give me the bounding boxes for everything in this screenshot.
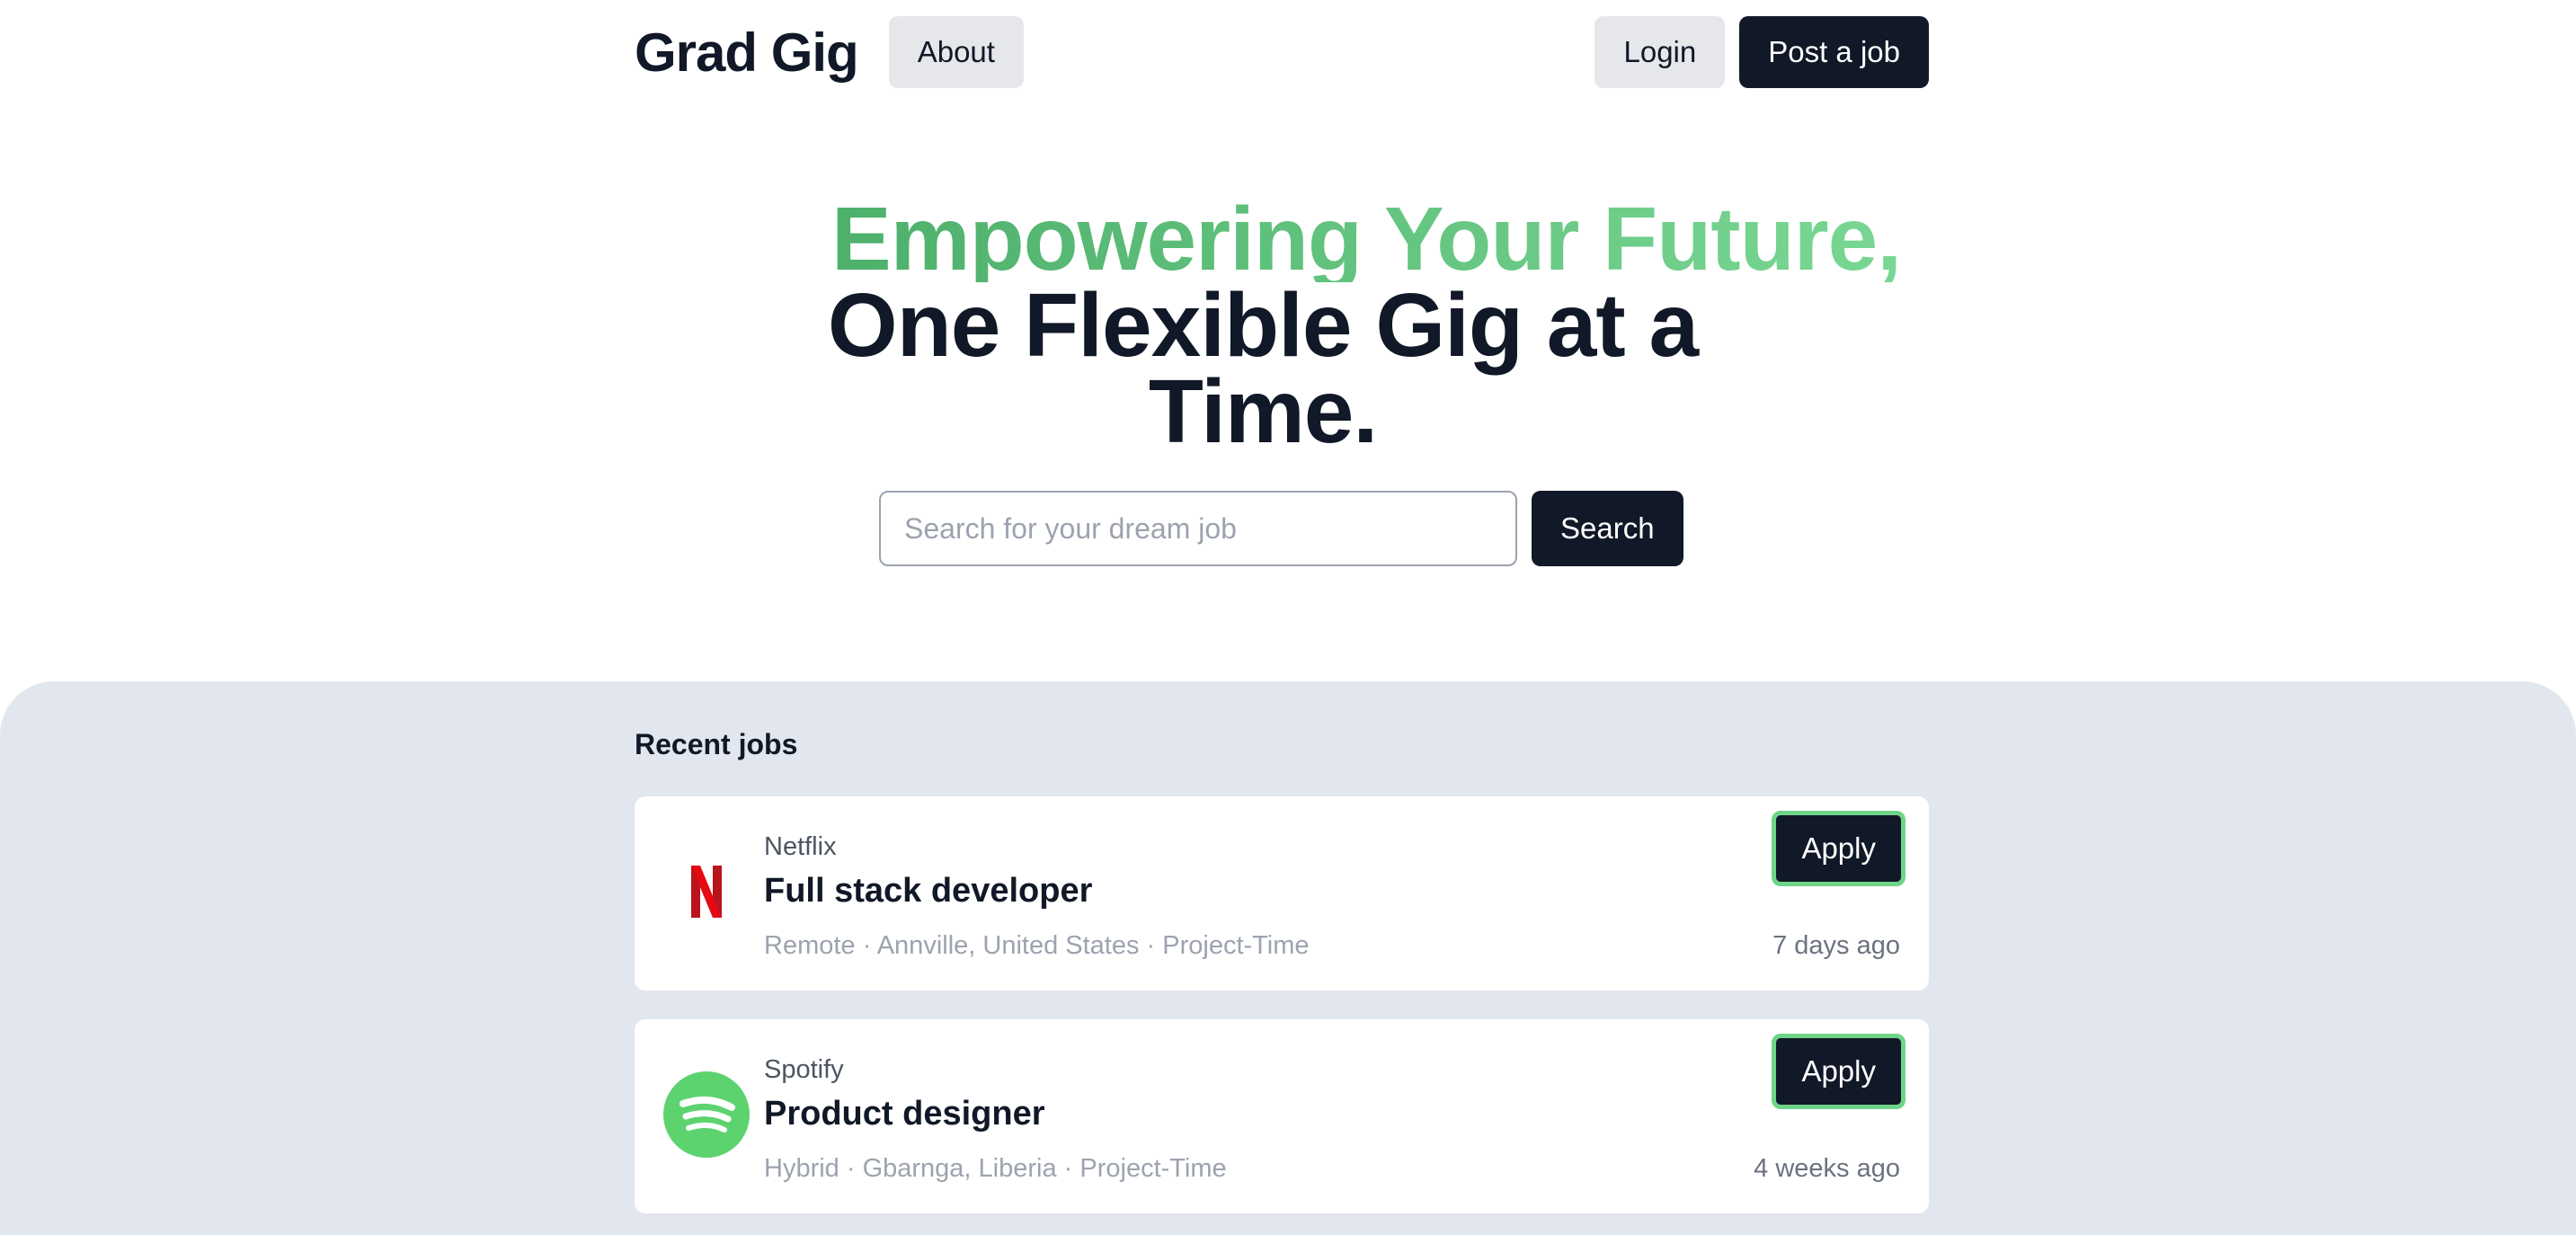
apply-button[interactable]: Apply xyxy=(1772,811,1905,886)
nav-right: Login Post a job xyxy=(1594,16,1929,88)
job-card[interactable]: Netflix Full stack developer Remote · An… xyxy=(635,796,1929,991)
posted-time: 4 weeks ago xyxy=(1754,1154,1900,1183)
login-button[interactable]: Login xyxy=(1594,16,1726,88)
recent-jobs-title: Recent jobs xyxy=(635,728,798,760)
recent-jobs-section: Recent jobs Netflix Full stack developer… xyxy=(0,681,2576,1235)
nav-left: Grad Gig About xyxy=(635,16,1024,88)
hero-heading-rest: One Flexible Gig at a Time. xyxy=(827,275,1699,462)
job-title[interactable]: Full stack developer xyxy=(764,872,1092,911)
search-input[interactable] xyxy=(879,491,1517,566)
about-button[interactable]: About xyxy=(888,16,1024,88)
top-nav: Grad Gig About Login Post a job xyxy=(635,16,1929,88)
search-bar: Search xyxy=(879,491,1683,566)
page: Grad Gig About Login Post a job Empoweri… xyxy=(0,0,2576,1235)
post-job-button[interactable]: Post a job xyxy=(1739,16,1929,88)
hero-heading-highlight: Empowering Your Future, xyxy=(809,194,1923,284)
job-title[interactable]: Product designer xyxy=(764,1095,1045,1133)
netflix-logo-icon xyxy=(663,849,750,935)
job-card[interactable]: Spotify Product designer Hybrid · Gbarng… xyxy=(635,1019,1929,1213)
company-name: Netflix xyxy=(764,832,837,861)
apply-button[interactable]: Apply xyxy=(1772,1034,1905,1109)
job-meta: Hybrid · Gbarnga, Liberia · Project-Time xyxy=(764,1154,1227,1183)
hero-heading: Empowering Your Future, One Flexible Gig… xyxy=(809,194,1923,457)
search-button[interactable]: Search xyxy=(1532,491,1683,566)
job-meta: Remote · Annville, United States · Proje… xyxy=(764,931,1310,960)
spotify-logo-icon xyxy=(663,1071,750,1158)
company-name: Spotify xyxy=(764,1055,844,1084)
brand-logo[interactable]: Grad Gig xyxy=(635,22,859,84)
posted-time: 7 days ago xyxy=(1772,931,1900,960)
